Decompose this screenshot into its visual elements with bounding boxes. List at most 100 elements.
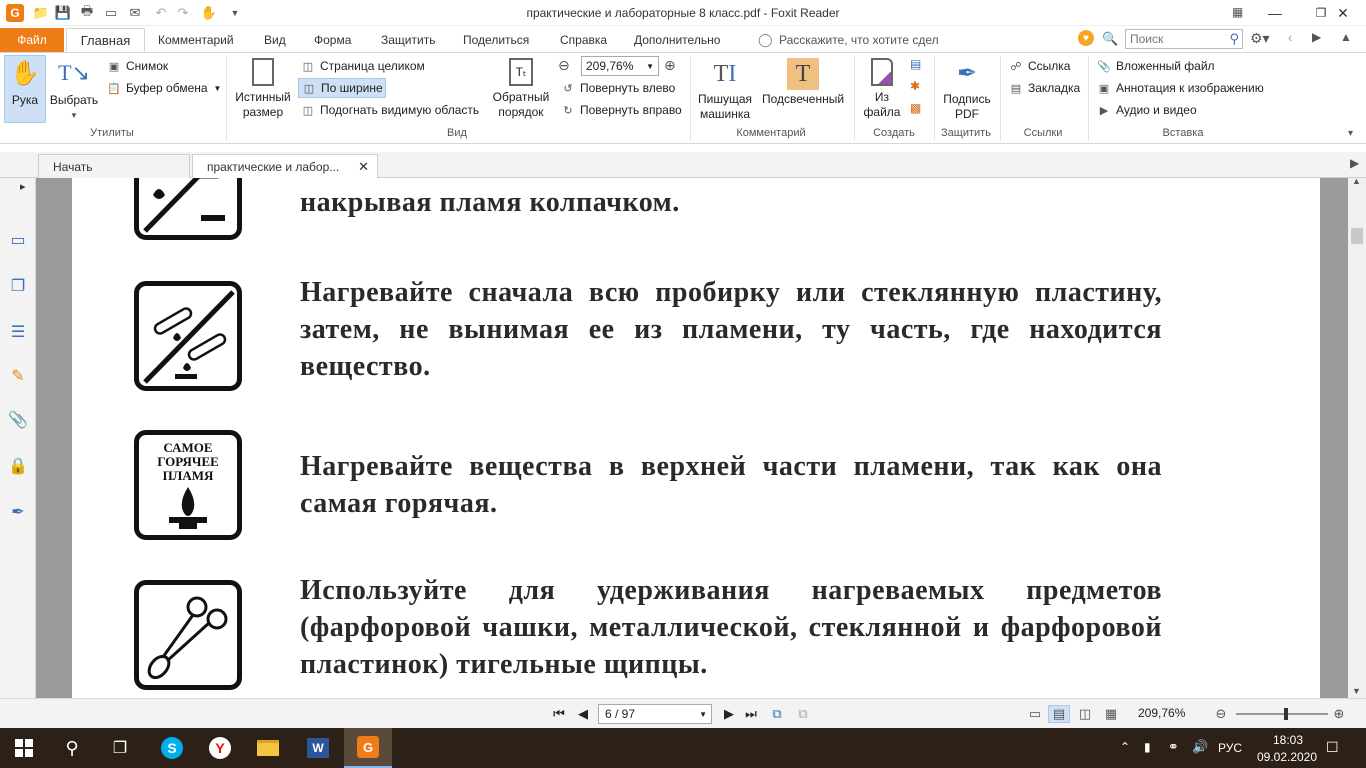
feedback-icon[interactable]: ♥ bbox=[1078, 30, 1094, 46]
word-icon[interactable]: W bbox=[294, 728, 342, 768]
start-button[interactable] bbox=[0, 728, 48, 768]
from-file-button[interactable]: Из файла bbox=[860, 58, 904, 120]
tab-form[interactable]: Форма bbox=[314, 28, 351, 52]
prev-page-icon[interactable]: ◀ bbox=[574, 705, 592, 723]
zoom-in-icon[interactable]: ⊕ bbox=[664, 57, 676, 74]
minimize-button[interactable]: — bbox=[1252, 0, 1298, 26]
file-explorer-icon[interactable] bbox=[244, 728, 292, 768]
status-zoom-out-icon[interactable]: ⊖ bbox=[1212, 705, 1230, 723]
page-number-input[interactable]: 6 / 97 ▼ bbox=[598, 704, 712, 724]
search-taskbar-icon[interactable]: ⚲ bbox=[48, 728, 96, 768]
audio-video-button[interactable]: ▶ Аудио и видео bbox=[1096, 100, 1197, 120]
snapshot-button[interactable]: ▣ Снимок bbox=[106, 56, 168, 76]
find-icon[interactable]: 🔍 bbox=[1102, 31, 1118, 47]
tab-home[interactable]: Главная bbox=[66, 28, 145, 52]
highlight-button[interactable]: T Подсвеченный bbox=[758, 58, 848, 107]
thumbnails-icon[interactable]: ❐ bbox=[6, 274, 30, 298]
layers-icon[interactable]: ☰ bbox=[6, 320, 30, 344]
expand-ribbon-icon[interactable]: ▾ bbox=[1348, 128, 1353, 139]
fit-visible-button[interactable]: ◫ Подогнать видимую область bbox=[300, 100, 479, 120]
next-view-icon[interactable]: ⧉ bbox=[794, 705, 812, 723]
scroll-down-icon[interactable]: ▼ bbox=[1352, 686, 1361, 696]
skype-icon[interactable]: S bbox=[148, 728, 196, 768]
select-tool-button[interactable]: T↘ Выбрать ▼ bbox=[48, 58, 100, 123]
first-page-icon[interactable]: ⏮ bbox=[550, 705, 568, 723]
nav-back-icon[interactable]: ‹ bbox=[1288, 30, 1292, 45]
tab-view[interactable]: Вид bbox=[264, 28, 286, 52]
hand-tool-button[interactable]: ✋ Рука bbox=[4, 55, 46, 123]
zoom-slider-thumb[interactable] bbox=[1284, 708, 1289, 720]
tab-share[interactable]: Поделиться bbox=[463, 28, 529, 52]
expand-panel-icon[interactable]: ▸ bbox=[20, 180, 26, 193]
fit-page-button[interactable]: ◫ Страница целиком bbox=[300, 56, 425, 76]
previous-view-icon[interactable]: ⧉ bbox=[768, 705, 786, 723]
close-tab-icon[interactable]: ✕ bbox=[358, 159, 369, 175]
tab-document[interactable]: практические и лабор... ✕ bbox=[192, 154, 378, 178]
vertical-scrollbar[interactable]: ▲ ▼ bbox=[1348, 176, 1366, 698]
comments-icon[interactable]: ✎ bbox=[6, 364, 30, 388]
fit-width-button[interactable]: ◫ По ширине bbox=[298, 78, 386, 98]
volume-icon[interactable]: 🔊 bbox=[1192, 739, 1208, 755]
notifications-icon[interactable]: ☐ bbox=[1326, 739, 1339, 756]
zoom-slider[interactable] bbox=[1236, 708, 1328, 720]
rotate-right-button[interactable]: ↻ Повернуть вправо bbox=[560, 100, 681, 120]
ribbon-options-icon[interactable]: ▦ bbox=[1232, 5, 1243, 19]
next-page-icon[interactable]: ▶ bbox=[720, 705, 738, 723]
typewriter-button[interactable]: TI Пишущая машинка bbox=[696, 58, 754, 122]
tab-help[interactable]: Справка bbox=[560, 28, 607, 52]
close-button[interactable]: ✕ bbox=[1320, 0, 1366, 26]
create-option-icon[interactable]: ✱ bbox=[910, 79, 920, 93]
bookmark-button[interactable]: ▤ Закладка bbox=[1008, 78, 1080, 98]
link-button[interactable]: ☍ Ссылка bbox=[1008, 56, 1070, 76]
create-option-icon[interactable]: ▤ bbox=[910, 57, 921, 71]
actual-size-button[interactable]: Истинный размер bbox=[232, 58, 294, 120]
language-indicator[interactable]: РУС bbox=[1218, 741, 1242, 755]
security-icon[interactable]: 🔒 bbox=[6, 454, 30, 478]
task-view-icon[interactable]: ❐ bbox=[96, 728, 144, 768]
collapse-ribbon-icon[interactable]: ▲ bbox=[1340, 30, 1352, 44]
create-option-icon[interactable]: ▩ bbox=[910, 101, 921, 115]
battery-icon[interactable]: ▮ bbox=[1144, 740, 1151, 754]
tell-me-box[interactable]: Расскажите, что хотите сдел bbox=[779, 28, 939, 52]
clock-date[interactable]: 09.02.2020 bbox=[1254, 750, 1320, 764]
tab-comment[interactable]: Комментарий bbox=[158, 28, 234, 52]
page-dropdown-icon[interactable]: ▼ bbox=[699, 710, 707, 719]
zoom-combo[interactable]: 209,76% ▼ bbox=[581, 56, 659, 76]
zoom-dropdown-icon[interactable]: ▼ bbox=[646, 62, 654, 71]
tab-extra[interactable]: Дополнительно bbox=[634, 28, 720, 52]
file-menu[interactable]: Файл bbox=[0, 28, 64, 52]
wifi-icon[interactable]: ⚭ bbox=[1168, 739, 1179, 755]
clipboard-button[interactable]: 📋 Буфер обмена ▼ bbox=[106, 78, 221, 98]
facing-page-icon[interactable]: ◫ bbox=[1076, 705, 1094, 723]
reverse-order-button[interactable]: Tₜ Обратный порядок bbox=[490, 58, 552, 120]
sign-pdf-button[interactable]: ✒ Подпись PDF bbox=[938, 58, 996, 122]
last-page-icon[interactable]: ⏭ bbox=[742, 705, 760, 723]
signature-icon[interactable]: ✒ bbox=[6, 500, 30, 524]
zoom-out-icon[interactable]: ⊖ bbox=[558, 57, 570, 74]
search-input[interactable] bbox=[1126, 30, 1222, 48]
image-annotation-button[interactable]: ▣ Аннотация к изображению bbox=[1096, 78, 1264, 98]
search-icon[interactable]: ⚲ bbox=[1229, 31, 1239, 47]
foxit-taskbar-icon[interactable]: G bbox=[344, 728, 392, 768]
attachments-icon[interactable]: 📎 bbox=[6, 408, 30, 432]
search-box[interactable]: ⚲ bbox=[1125, 29, 1243, 49]
scroll-up-icon[interactable]: ▲ bbox=[1352, 176, 1361, 186]
tray-show-hidden-icon[interactable]: ⌃ bbox=[1120, 740, 1130, 754]
yandex-browser-icon[interactable]: Y bbox=[196, 728, 244, 768]
tab-scroll-right-icon[interactable]: ▶ bbox=[1350, 156, 1359, 170]
continuous-page-icon[interactable]: ▤ bbox=[1048, 705, 1070, 723]
attachment-button[interactable]: 📎 Вложенный файл bbox=[1096, 56, 1214, 76]
rotate-left-button[interactable]: ↺ Повернуть влево bbox=[560, 78, 675, 98]
actual-size-icon bbox=[252, 58, 274, 86]
scroll-thumb[interactable] bbox=[1351, 228, 1363, 244]
tab-start[interactable]: Начать bbox=[38, 154, 190, 178]
clock-time[interactable]: 18:03 bbox=[1268, 733, 1308, 747]
status-zoom-in-icon[interactable]: ⊕ bbox=[1330, 705, 1348, 723]
settings-icon[interactable]: ⚙▾ bbox=[1250, 30, 1270, 47]
nav-play-icon[interactable]: ▶ bbox=[1312, 30, 1321, 44]
single-page-icon[interactable]: ▭ bbox=[1026, 705, 1044, 723]
pages-icon[interactable]: ▭ bbox=[6, 228, 30, 252]
continuous-facing-icon[interactable]: ▦ bbox=[1102, 705, 1120, 723]
select-dropdown-icon[interactable]: ▼ bbox=[70, 108, 78, 123]
tab-protect[interactable]: Защитить bbox=[381, 28, 435, 52]
